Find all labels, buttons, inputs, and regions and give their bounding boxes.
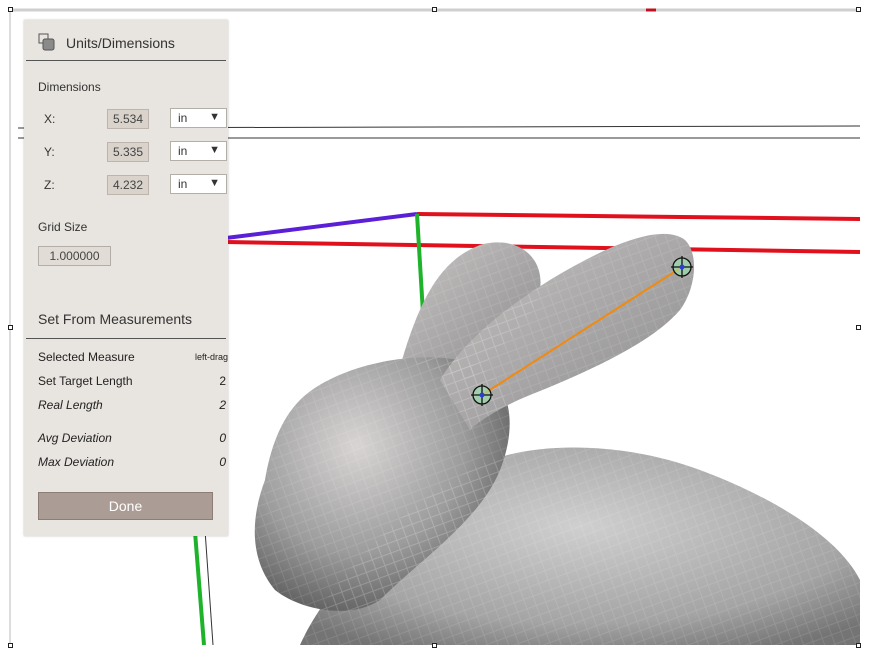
real-length-value: 2: [219, 398, 226, 412]
y-unit-value: in: [178, 144, 188, 158]
y-axis-shadow: [204, 529, 214, 646]
dimensions-heading: Dimensions: [38, 80, 101, 94]
dimension-row-x: X: 5.534 in ▼: [38, 108, 227, 130]
done-button[interactable]: Done: [38, 492, 213, 520]
measurements-divider: [26, 338, 226, 339]
bunny-model: [254, 233, 860, 645]
resize-handle-bottom-left[interactable]: [8, 643, 13, 648]
resize-handle-top-right[interactable]: [856, 7, 861, 12]
x-unit-value: in: [178, 111, 188, 125]
x-axis-line-upper: [416, 212, 861, 221]
real-length-row: Real Length 2: [38, 398, 226, 412]
axis-label-y: Y:: [44, 145, 55, 159]
z-axis-line: [225, 212, 418, 240]
dimension-row-z: Z: 4.232 in ▼: [38, 174, 227, 196]
resize-handle-mid-right[interactable]: [856, 325, 861, 330]
target-length-label: Set Target Length: [38, 374, 133, 388]
chevron-down-icon: ▼: [209, 177, 220, 189]
avg-deviation-label: Avg Deviation: [38, 431, 112, 445]
chevron-down-icon: ▼: [209, 144, 220, 156]
y-value-field[interactable]: 5.335: [107, 142, 149, 162]
x-value-field[interactable]: 5.534: [107, 109, 149, 129]
x-unit-select[interactable]: in ▼: [170, 108, 227, 128]
title-divider: [26, 60, 226, 61]
grid-size-heading: Grid Size: [38, 220, 88, 234]
target-length-value[interactable]: 2: [219, 374, 226, 388]
chevron-down-icon: ▼: [209, 111, 220, 123]
axis-label-x: X:: [44, 112, 56, 126]
z-unit-select[interactable]: in ▼: [170, 174, 227, 194]
resize-handle-top-center[interactable]: [432, 7, 437, 12]
z-unit-value: in: [178, 177, 188, 191]
selected-measure-row: Selected Measure left-drag: [38, 350, 228, 364]
target-length-row: Set Target Length 2: [38, 374, 226, 388]
panel-header: Units/Dimensions: [38, 33, 175, 53]
z-value-field[interactable]: 4.232: [107, 175, 149, 195]
panel-icon: [38, 33, 56, 54]
avg-deviation-row: Avg Deviation 0: [38, 431, 226, 445]
selected-measure-label: Selected Measure: [38, 350, 135, 364]
selected-measure-value: left-drag: [194, 352, 228, 362]
resize-handle-bottom-right[interactable]: [856, 643, 861, 648]
avg-deviation-value: 0: [219, 431, 226, 445]
resize-handle-bottom-center[interactable]: [432, 643, 437, 648]
panel-title: Units/Dimensions: [66, 35, 175, 51]
resize-handle-top-left[interactable]: [8, 7, 13, 12]
x-axis-line-lower: [225, 240, 861, 254]
max-deviation-label: Max Deviation: [38, 455, 115, 469]
max-deviation-value: 0: [219, 455, 226, 469]
real-length-label: Real Length: [38, 398, 103, 412]
resize-handle-mid-left[interactable]: [8, 325, 13, 330]
y-axis-line-lower: [193, 531, 206, 646]
max-deviation-row: Max Deviation 0: [38, 455, 226, 469]
dimension-row-y: Y: 5.335 in ▼: [38, 141, 227, 163]
units-dimensions-panel: Units/Dimensions Dimensions X: 5.534 in …: [24, 20, 228, 536]
y-unit-select[interactable]: in ▼: [170, 141, 227, 161]
grid-size-field[interactable]: 1.000000: [38, 246, 111, 266]
axis-label-z: Z:: [44, 178, 55, 192]
measurements-heading: Set From Measurements: [38, 311, 193, 327]
